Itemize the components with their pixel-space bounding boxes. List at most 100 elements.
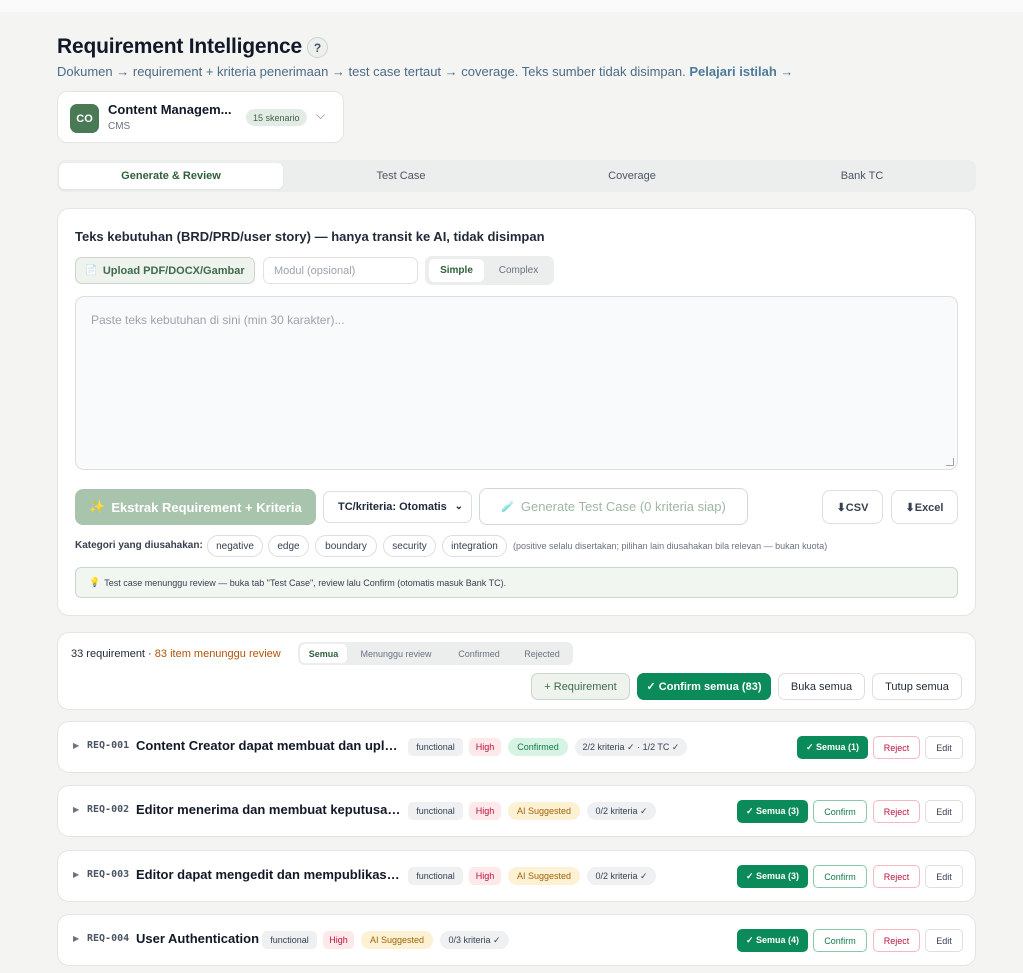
project-name: Content Managem...: [108, 102, 232, 117]
type-badge: functional: [408, 802, 463, 820]
category-chip-edge[interactable]: edge: [268, 535, 309, 557]
confirm-button[interactable]: Confirm: [813, 800, 867, 823]
summary-separator: ·: [145, 648, 155, 660]
main-tabs: Generate & Review Test Case Coverage Ban…: [57, 160, 976, 192]
tab-bank-tc[interactable]: Bank TC: [750, 163, 974, 189]
tab-test-case[interactable]: Test Case: [289, 163, 513, 189]
confirm-all-row-button[interactable]: ✓ Semua (3): [737, 865, 808, 888]
filter-menunggu-review[interactable]: Menunggu review: [351, 644, 441, 663]
category-chip-integration[interactable]: integration: [442, 535, 507, 557]
reject-button[interactable]: Reject: [873, 865, 920, 888]
requirement-title: User Authentication: [136, 931, 260, 946]
learn-terms-link[interactable]: Pelajari istilah →: [689, 64, 793, 79]
requirement-row[interactable]: ▶ REQ-001 Content Creator dapat membuat …: [57, 721, 976, 773]
requirement-textarea[interactable]: Paste teks kebutuhan di sini (min 30 kar…: [75, 296, 958, 470]
info-text: Test case menunggu review — buka tab "Te…: [104, 577, 507, 588]
requirement-id: REQ-004: [87, 933, 130, 944]
category-chip-boundary[interactable]: boundary: [315, 535, 377, 557]
reject-button[interactable]: Reject: [873, 929, 920, 952]
edit-button[interactable]: Edit: [925, 800, 963, 823]
filter-semua[interactable]: Semua: [300, 644, 347, 663]
requirement-title: Editor dapat mengedit dan mempublikasik.…: [136, 867, 402, 882]
generate-label: Generate Test Case (0 kriteria siap): [520, 499, 726, 514]
requirement-row[interactable]: ▶ REQ-004 User Authentication functional…: [57, 914, 976, 966]
category-chip-security[interactable]: security: [383, 535, 436, 557]
extract-label: Ekstrak Requirement + Kriteria: [111, 499, 302, 515]
filter-rejected[interactable]: Rejected: [516, 644, 568, 663]
page-subtitle: Dokumen → requirement + kriteria penerim…: [57, 64, 793, 79]
export-csv-button[interactable]: ⬇CSV: [822, 490, 883, 524]
confirm-button[interactable]: Confirm: [813, 929, 867, 952]
confirm-all-button[interactable]: ✓ Confirm semua (83): [637, 673, 771, 700]
reject-button[interactable]: Reject: [873, 736, 920, 759]
resize-handle[interactable]: [946, 458, 954, 466]
info-banner: 💡 Test case menunggu review — buka tab "T…: [75, 567, 958, 598]
type-badge: functional: [262, 931, 317, 949]
edit-button[interactable]: Edit: [925, 736, 963, 759]
textarea-placeholder: Paste teks kebutuhan di sini (min 30 kar…: [91, 313, 345, 327]
edit-button[interactable]: Edit: [925, 865, 963, 888]
subtitle-text: Dokumen → requirement + kriteria penerim…: [57, 64, 686, 79]
priority-badge: High: [469, 802, 501, 820]
criteria-badge: 2/2 kriteria ✓ · 1/2 TC ✓: [575, 738, 687, 756]
filter-confirmed[interactable]: Confirmed: [446, 644, 512, 663]
file-icon: 📄: [85, 265, 98, 276]
status-badge: AI Suggested: [361, 931, 433, 949]
sparkles-icon: ✨: [89, 499, 106, 514]
project-code: CMS: [108, 121, 131, 132]
scenario-badge: 15 skenario: [246, 109, 307, 126]
tab-coverage[interactable]: Coverage: [520, 163, 744, 189]
requirement-title: Editor menerima dan membuat keputusan...: [136, 802, 402, 817]
requirement-count: 33 requirement: [71, 648, 145, 660]
requirement-id: REQ-002: [87, 804, 130, 815]
status-filter: Semua Menunggu review Confirmed Rejected: [298, 642, 573, 665]
mode-simple[interactable]: Simple: [429, 259, 484, 282]
project-logo: CO: [70, 104, 99, 133]
upload-button[interactable]: 📄 Upload PDF/DOCX/Gambar: [75, 257, 255, 284]
category-chip-negative[interactable]: negative: [207, 535, 263, 557]
status-badge: AI Suggested: [508, 802, 580, 820]
requirement-row[interactable]: ▶ REQ-003 Editor dapat mengedit dan memp…: [57, 850, 976, 902]
chevron-down-icon: ⌄: [454, 501, 463, 512]
tc-per-criteria-select[interactable]: TC/kriteria: Otomatis ⌄: [323, 491, 472, 523]
pending-count: 83 item menunggu review: [154, 648, 281, 660]
chevron-down-icon[interactable]: ⌵: [316, 108, 325, 123]
confirm-all-row-button[interactable]: ✓ Semua (3): [737, 800, 808, 823]
confirm-button[interactable]: Confirm: [813, 865, 867, 888]
add-requirement-button[interactable]: + Requirement: [531, 673, 630, 700]
criteria-badge: 0/3 kriteria ✓: [440, 931, 509, 949]
criteria-badge: 0/2 kriteria ✓: [587, 867, 656, 885]
categories-label: Kategori yang diusahakan:: [75, 540, 203, 551]
mode-complex[interactable]: Complex: [487, 259, 550, 282]
reject-button[interactable]: Reject: [873, 800, 920, 823]
collapse-all-button[interactable]: Tutup semua: [872, 673, 962, 700]
test-tube-icon: 🧪: [501, 501, 515, 513]
expand-triangle-icon[interactable]: ▶: [73, 934, 79, 943]
page-title: Requirement Intelligence: [57, 35, 302, 58]
requirement-row[interactable]: ▶ REQ-002 Editor menerima dan membuat ke…: [57, 785, 976, 837]
priority-badge: High: [469, 738, 501, 756]
upload-label: Upload PDF/DOCX/Gambar: [102, 264, 245, 277]
priority-badge: High: [469, 867, 501, 885]
help-icon[interactable]: ?: [307, 37, 328, 58]
extract-button[interactable]: ✨ Ekstrak Requirement + Kriteria: [75, 489, 316, 525]
type-badge: functional: [408, 738, 463, 756]
requirement-text-label: Teks kebutuhan (BRD/PRD/user story) — ha…: [75, 229, 545, 244]
modul-input[interactable]: Modul (opsional): [263, 257, 418, 284]
expand-all-button[interactable]: Buka semua: [778, 673, 865, 700]
status-badge: Confirmed: [508, 738, 568, 756]
status-badge: AI Suggested: [508, 867, 580, 885]
expand-triangle-icon[interactable]: ▶: [73, 870, 79, 879]
categories-note: (positive selalu disertakan; pilihan lai…: [513, 541, 828, 551]
tab-generate-review[interactable]: Generate & Review: [59, 163, 283, 189]
expand-triangle-icon[interactable]: ▶: [73, 741, 79, 750]
generate-test-case-button[interactable]: 🧪 Generate Test Case (0 kriteria siap): [479, 488, 748, 525]
project-selector[interactable]: CO Content Managem... CMS 15 skenario ⌵: [57, 91, 344, 143]
export-excel-button[interactable]: ⬇Excel: [891, 490, 958, 524]
confirm-all-row-button[interactable]: ✓ Semua (1): [797, 736, 868, 759]
confirm-all-row-button[interactable]: ✓ Semua (4): [737, 929, 808, 952]
select-value: TC/kriteria: Otomatis: [338, 501, 447, 513]
requirement-summary: 33 requirement · 83 item menunggu review: [71, 648, 281, 660]
expand-triangle-icon[interactable]: ▶: [73, 805, 79, 814]
edit-button[interactable]: Edit: [925, 929, 963, 952]
